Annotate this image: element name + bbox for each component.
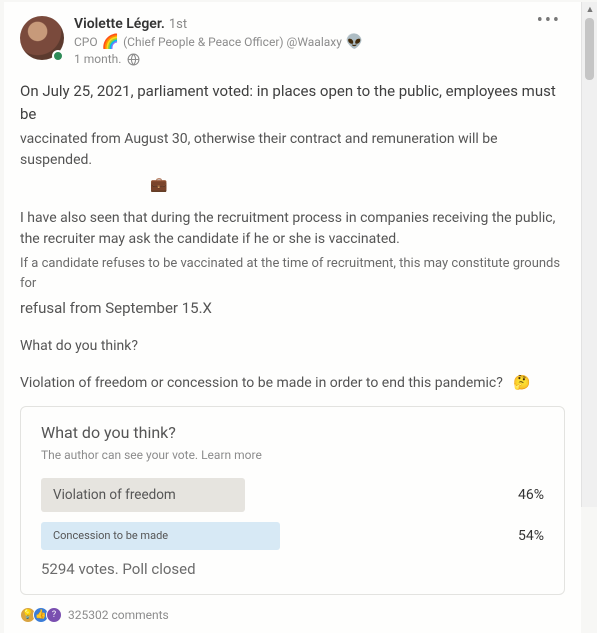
post-body: On July 25, 2021, parliament voted: in p… <box>20 80 565 394</box>
alien-icon: 👽 <box>346 34 363 50</box>
poll-option[interactable]: Concession to be made 54% <box>41 522 544 550</box>
poll-option-pct: 54% <box>484 528 544 544</box>
poll-option-label: Violation of freedom <box>41 478 245 512</box>
poll-option-label: Concession to be made <box>41 522 280 550</box>
more-options-button[interactable]: ••• <box>533 16 565 26</box>
curious-reaction-icon: ? <box>46 607 62 623</box>
post-question: Violation of freedom or concession to be… <box>20 375 503 391</box>
author-name[interactable]: Violette Léger. <box>74 16 165 32</box>
poll-option[interactable]: Violation of freedom 46% <box>41 478 544 512</box>
author-title-rest: (Chief People & Peace Officer) @Waalaxy <box>123 35 342 49</box>
post-header: Violette Léger. 1st CPO 🌈 (Chief People … <box>20 16 565 66</box>
poll-visibility-note: The author can see your vote. <box>41 448 198 462</box>
reactions-bar[interactable]: 💡 👍 ? 325302 comments <box>20 607 565 623</box>
post-question: What do you think? <box>20 336 565 357</box>
post-line: On July 25, 2021, parliament voted: in p… <box>20 80 565 125</box>
author-title-prefix: CPO <box>74 35 98 49</box>
post-line: vaccinated from August 30, otherwise the… <box>20 129 565 171</box>
poll-status: 5294 votes. Poll closed <box>41 560 544 578</box>
scroll-thumb[interactable] <box>585 18 594 80</box>
post-line: If a candidate refuses to be vaccinated … <box>20 254 565 293</box>
learn-more-link[interactable]: Learn more <box>201 448 262 462</box>
thinking-icon: 🤔 <box>513 375 530 391</box>
briefcase-icon: 💼 <box>150 177 167 193</box>
reaction-count[interactable]: 325302 comments <box>68 608 169 622</box>
post-line: refusal from September 15.X <box>20 297 565 320</box>
rainbow-icon: 🌈 <box>102 34 119 50</box>
author-block: Violette Léger. 1st CPO 🌈 (Chief People … <box>74 16 533 66</box>
scrollbar[interactable]: ▲ <box>581 2 597 507</box>
author-degree: 1st <box>169 17 187 32</box>
poll-title: What do you think? <box>41 423 544 442</box>
post-line: I have also seen that during the recruit… <box>20 208 565 250</box>
post-card: Violette Léger. 1st CPO 🌈 (Chief People … <box>4 2 581 633</box>
reaction-icons: 💡 👍 ? <box>20 607 62 623</box>
post-age: 1 month. <box>74 52 121 66</box>
scroll-up-arrow-icon[interactable]: ▲ <box>582 2 597 18</box>
poll-card: What do you think? The author can see yo… <box>20 406 565 595</box>
poll-option-pct: 46% <box>484 487 544 503</box>
online-status-icon <box>52 50 64 62</box>
globe-icon <box>127 53 140 66</box>
